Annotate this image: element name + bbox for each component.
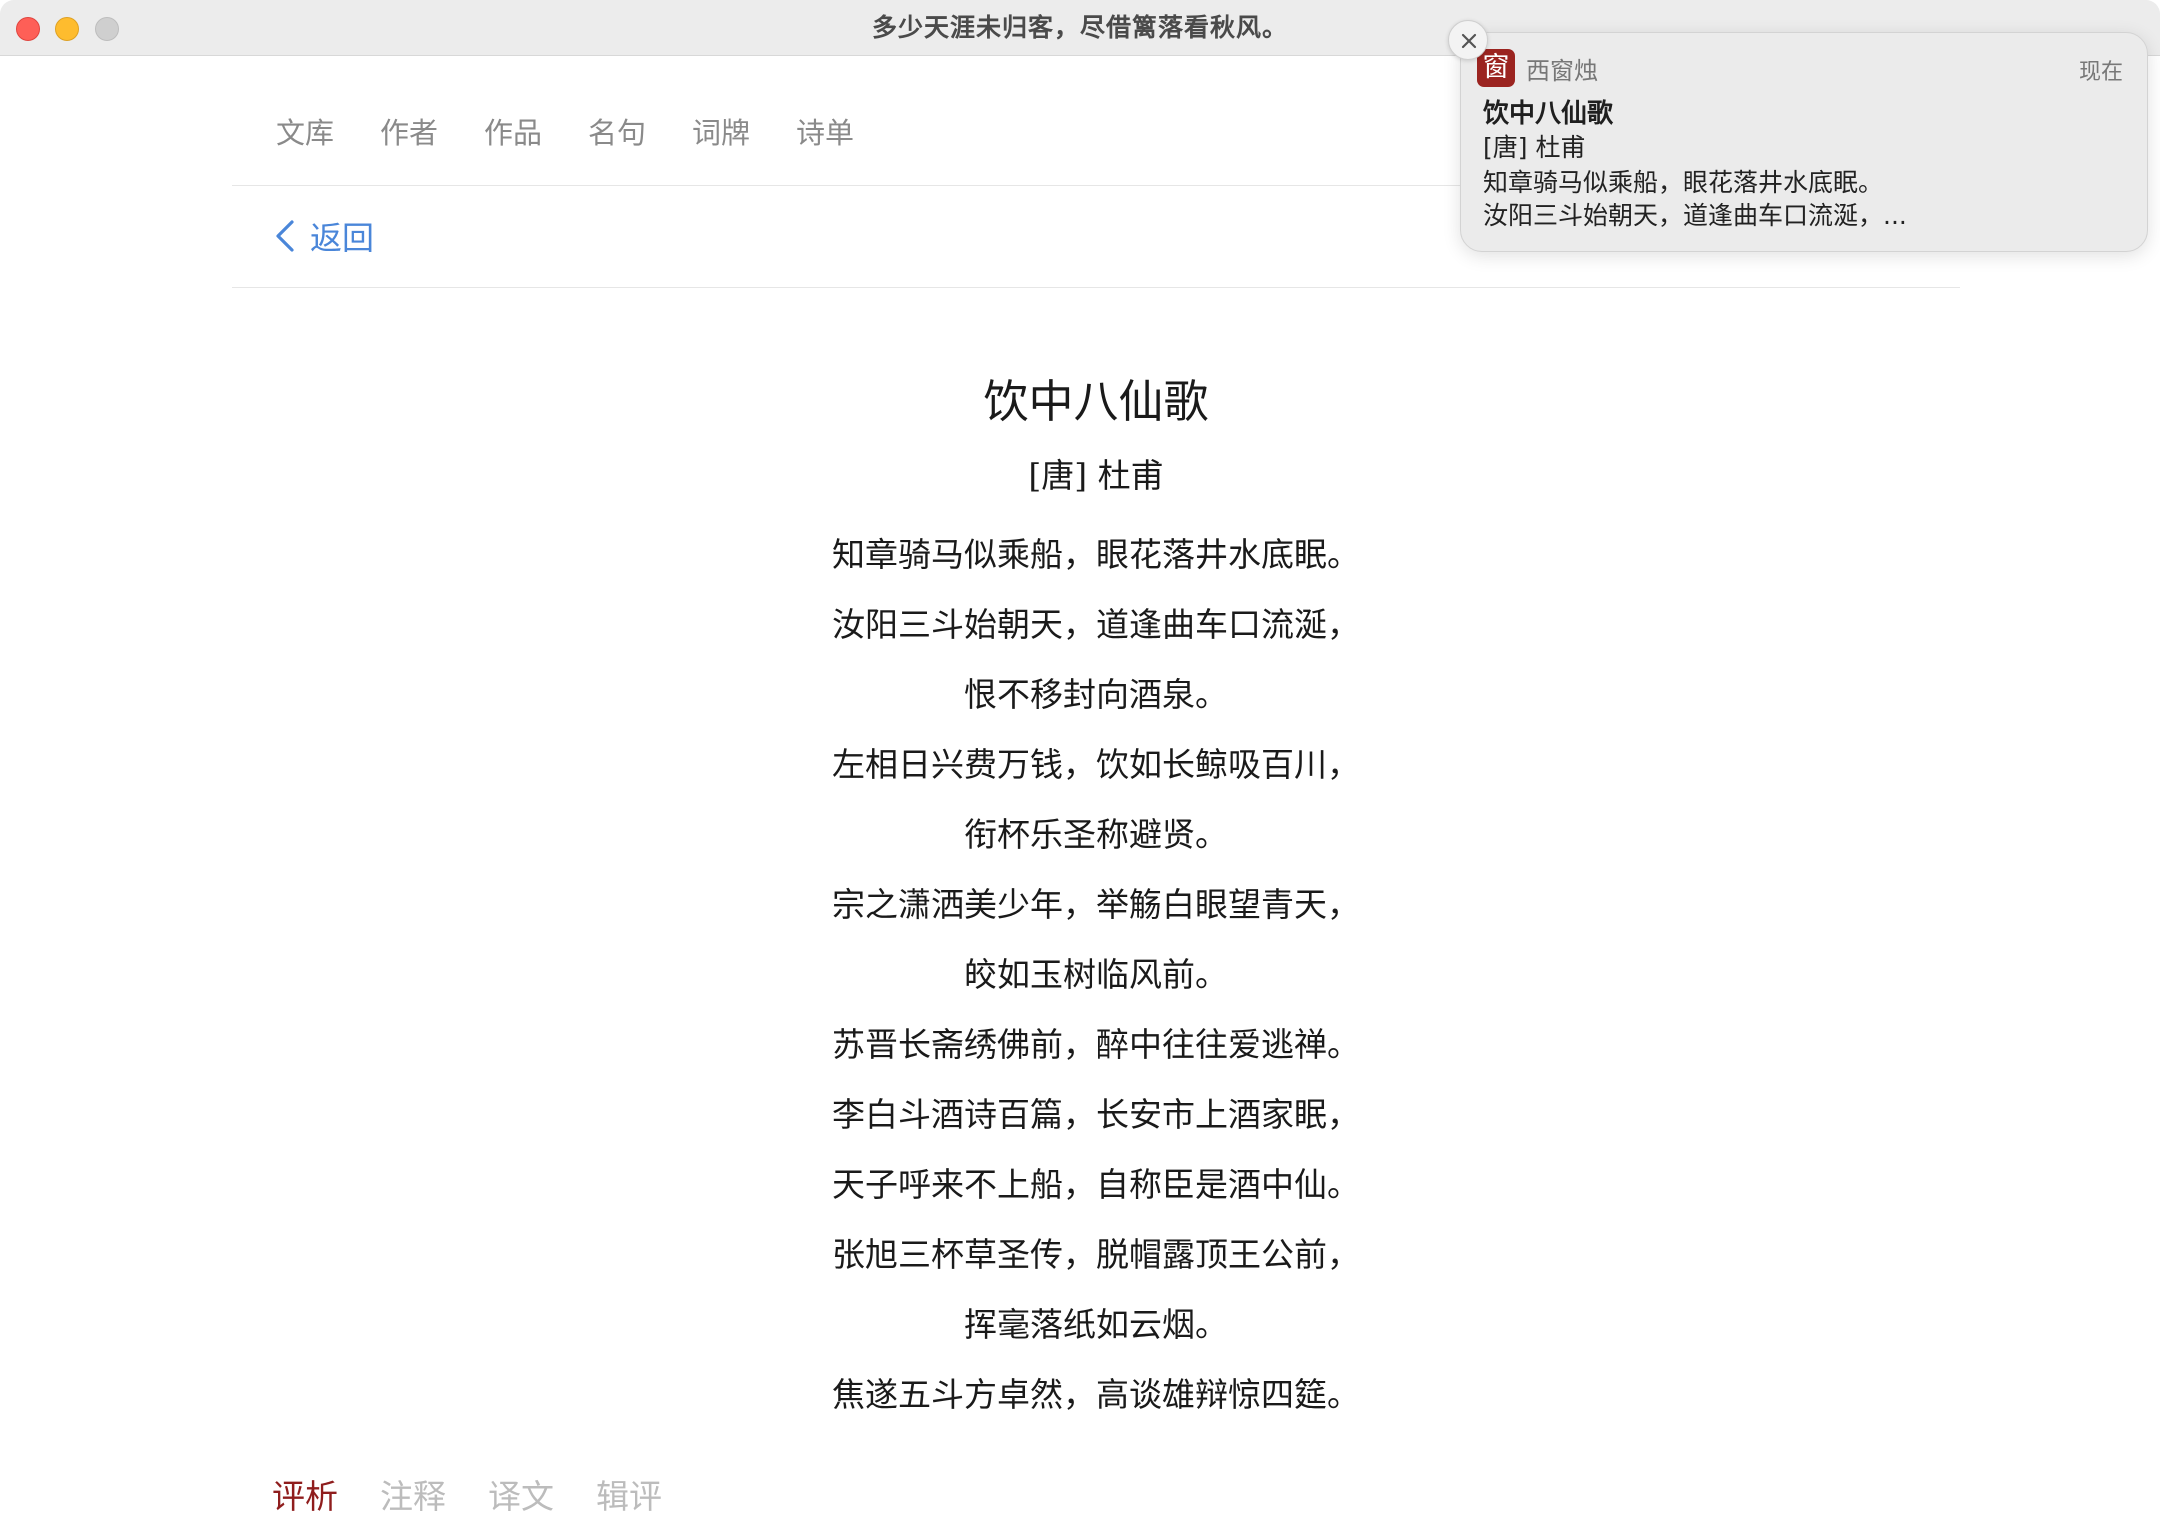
tab-translation[interactable]: 译文 (488, 1470, 554, 1518)
poem-line: 天子呼来不上船，自称臣是酒中仙。 (832, 1165, 1360, 1204)
nav-item-library[interactable]: 文库 (276, 110, 334, 152)
notification-author: [唐] 杜甫 (1483, 133, 1586, 162)
app-icon: 窗 (1477, 49, 1515, 87)
notification-app-name: 西窗烛 (1526, 57, 1598, 85)
chevron-left-icon (276, 220, 294, 252)
poem-title: 饮中八仙歌 (983, 375, 1209, 428)
close-icon (1461, 33, 1477, 49)
notification-banner[interactable]: 窗 西窗烛 现在 饮中八仙歌 [唐] 杜甫 知章骑马似乘船，眼花落井水底眠。 汝… (1460, 32, 2148, 252)
poem-line: 恨不移封向酒泉。 (964, 675, 1228, 714)
poem-line: 张旭三杯草圣传，脱帽露顶王公前， (832, 1235, 1360, 1274)
poem-line: 衔杯乐圣称避贤。 (964, 815, 1228, 854)
poem-author: [唐] 杜甫 (1028, 456, 1164, 495)
poem-line: 苏晋长斋绣佛前，醉中往往爱逃禅。 (832, 1025, 1360, 1064)
poem-line: 挥毫落纸如云烟。 (964, 1305, 1228, 1344)
poem-line: 李白斗酒诗百篇，长安市上酒家眠， (832, 1095, 1360, 1134)
nav-item-ci-tunes[interactable]: 词牌 (692, 110, 750, 152)
tab-commentary[interactable]: 辑评 (596, 1470, 662, 1518)
back-label: 返回 (310, 219, 375, 257)
poem-line: 宗之潇洒美少年，举觞白眼望青天， (832, 885, 1360, 924)
poem-line: 左相日兴费万钱，饮如长鲸吸百川， (832, 745, 1360, 784)
nav-item-authors[interactable]: 作者 (380, 110, 438, 152)
poem-line: 皎如玉树临风前。 (964, 955, 1228, 994)
notification-time: 现在 (2078, 60, 2123, 85)
poem-line: 焦遂五斗方卓然，高谈雄辩惊四筵。 (832, 1375, 1360, 1414)
nav-item-quotes[interactable]: 名句 (588, 110, 646, 152)
poem-line: 知章骑马似乘船，眼花落井水底眠。 (832, 535, 1360, 574)
app-window: 多少天涯未归客，尽借篱落看秋风。 文库 作者 作品 名句 词牌 诗单 返回 饮中… (0, 0, 2160, 1536)
poem-line: 汝阳三斗始朝天，道逢曲车口流涎， (832, 605, 1360, 644)
poem-lines: 知章骑马似乘船，眼花落井水底眠。 汝阳三斗始朝天，道逢曲车口流涎， 恨不移封向酒… (232, 520, 1960, 1430)
nav-item-poem-lists[interactable]: 诗单 (796, 110, 854, 152)
notification-body-line: 汝阳三斗始朝天，道逢曲车口流涎，... (1483, 201, 1907, 230)
back-button[interactable]: 返回 (272, 214, 374, 258)
tab-annotations[interactable]: 注释 (380, 1470, 446, 1518)
poem-content: 饮中八仙歌 [唐] 杜甫 知章骑马似乘船，眼花落井水底眠。 汝阳三斗始朝天，道逢… (232, 360, 1960, 1430)
notification-title: 饮中八仙歌 (1483, 99, 1614, 129)
notification-close-button[interactable] (1448, 20, 1488, 60)
notification-body-line: 知章骑马似乘船，眼花落井水底眠。 (1483, 168, 1884, 197)
tab-analysis[interactable]: 评析 (272, 1470, 338, 1518)
nav-item-works[interactable]: 作品 (484, 110, 542, 152)
